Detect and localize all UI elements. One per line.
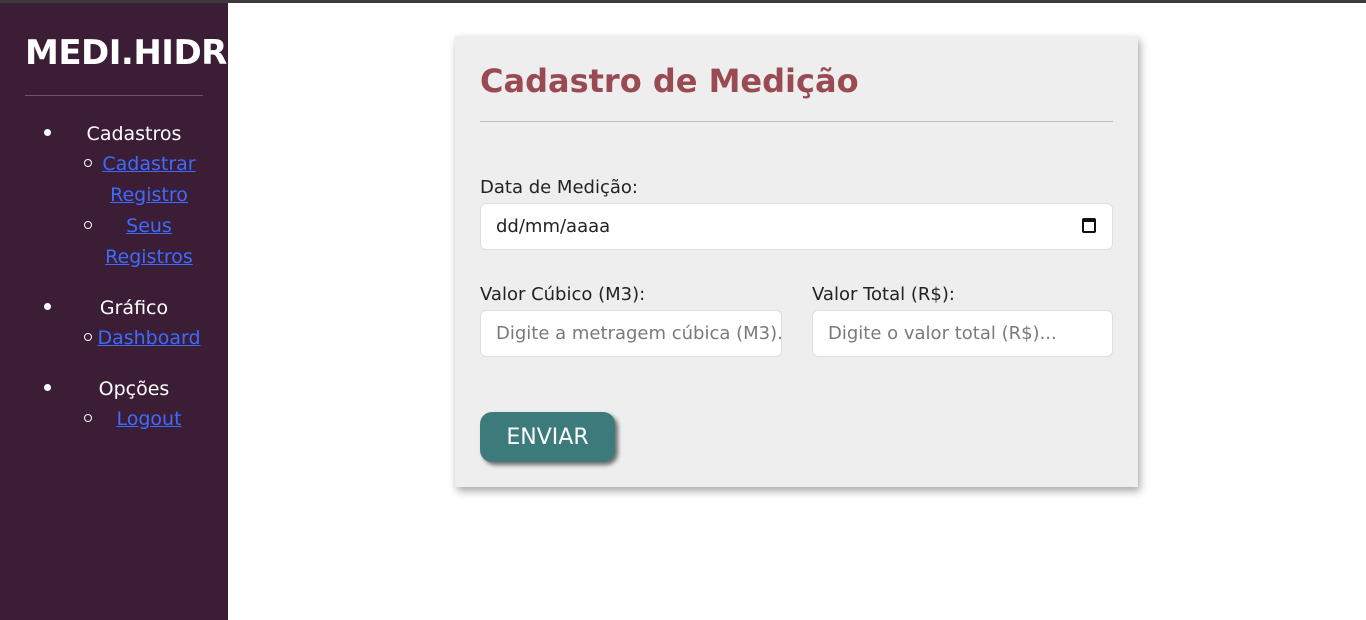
date-label: Data de Medição:: [480, 177, 638, 198]
total-value-label: Valor Total (R$):: [812, 284, 955, 305]
measurement-form-card: Cadastro de Medição Data de Medição: dd/…: [455, 36, 1138, 487]
nav-link-logout[interactable]: Logout: [116, 408, 181, 430]
calendar-icon[interactable]: [1082, 218, 1096, 233]
nav-sublist: Cadastrar Registro Seus Registros: [0, 149, 228, 273]
total-value-input[interactable]: Digite o valor total (R$)...: [812, 310, 1113, 357]
circle-bullet-icon: [84, 221, 92, 229]
nav-item-dashboard: Dashboard: [0, 323, 228, 354]
nav-link-seus-registros[interactable]: Seus Registros: [105, 215, 193, 268]
date-input-value: dd/mm/aaaa: [496, 216, 611, 237]
nav-link-dashboard[interactable]: Dashboard: [97, 327, 200, 349]
disc-bullet-icon: [44, 129, 51, 136]
form-title-divider: [480, 121, 1113, 122]
circle-bullet-icon: [84, 414, 92, 422]
nav-item-cadastrar-registro: Cadastrar Registro: [0, 149, 228, 211]
nav-group-label: Cadastros: [86, 123, 182, 145]
form-title: Cadastro de Medição: [480, 62, 859, 100]
nav-group-label: Opções: [98, 378, 170, 400]
nav-group-opcoes: Opções Logout: [0, 374, 228, 435]
nav-group-label: Gráfico: [99, 297, 169, 319]
disc-bullet-icon: [44, 303, 51, 310]
cubic-value-input[interactable]: Digite a metragem cúbica (M3)...: [480, 310, 782, 357]
nav-sublist: Dashboard: [0, 323, 228, 354]
nav-link-cadastrar-registro[interactable]: Cadastrar Registro: [102, 153, 195, 206]
circle-bullet-icon: [84, 333, 92, 341]
date-input[interactable]: dd/mm/aaaa: [480, 203, 1113, 250]
brand-logo-text: MEDI.HIDRI: [25, 33, 228, 73]
sidebar-divider: [25, 95, 203, 96]
submit-button[interactable]: ENVIAR: [480, 412, 615, 462]
nav-sublist: Logout: [0, 404, 228, 435]
sidebar-nav: Cadastros Cadastrar Registro Seus Regist…: [0, 119, 228, 455]
circle-bullet-icon: [84, 159, 92, 167]
sidebar: MEDI.HIDRI Cadastros Cadastrar Registro …: [0, 3, 228, 620]
nav-group-grafico: Gráfico Dashboard: [0, 293, 228, 354]
disc-bullet-icon: [44, 384, 51, 391]
nav-item-logout: Logout: [0, 404, 228, 435]
nav-group-cadastros: Cadastros Cadastrar Registro Seus Regist…: [0, 119, 228, 273]
nav-item-seus-registros: Seus Registros: [0, 211, 228, 273]
cubic-value-label: Valor Cúbico (M3):: [480, 284, 646, 305]
